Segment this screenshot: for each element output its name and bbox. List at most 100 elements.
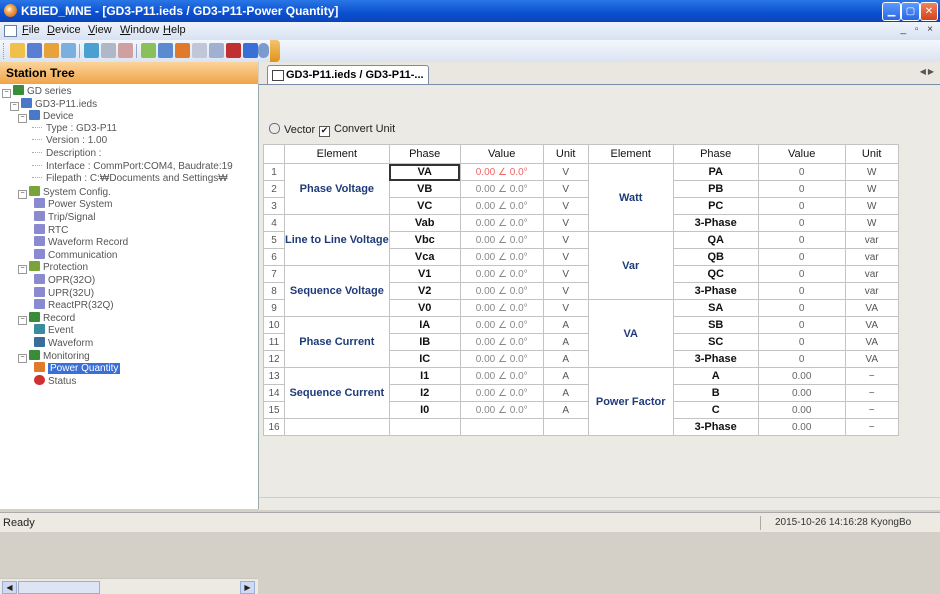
phase-cell[interactable]: QC bbox=[672, 265, 759, 283]
value-cell[interactable]: 0 bbox=[757, 231, 846, 249]
scrollbar-thumb[interactable] bbox=[18, 581, 100, 594]
value-cell[interactable]: 0.00 bbox=[757, 418, 846, 436]
app-icon[interactable] bbox=[4, 4, 17, 17]
tree-node[interactable]: Status bbox=[26, 374, 76, 387]
value-cell[interactable]: 0.00 ∠ 0.0° bbox=[459, 316, 544, 334]
phase-cell[interactable]: QB bbox=[672, 248, 759, 266]
convert-unit-checkbox[interactable]: ✔ Convert Unit bbox=[319, 123, 395, 137]
record-icon[interactable] bbox=[158, 43, 173, 58]
tree-node[interactable]: − Protection bbox=[18, 261, 88, 275]
value-cell[interactable]: 0.00 bbox=[757, 367, 846, 385]
tree-node[interactable]: Power System bbox=[26, 198, 112, 210]
tree-node[interactable]: Version : 1.00 bbox=[26, 135, 107, 147]
tree-node[interactable]: − Monitoring bbox=[18, 349, 90, 363]
phase-cell[interactable]: IB bbox=[388, 333, 461, 351]
tree-node[interactable]: Waveform Record bbox=[26, 236, 128, 248]
window-icon[interactable] bbox=[192, 43, 207, 58]
minimize-button[interactable]: ▁ bbox=[882, 2, 901, 21]
value-cell[interactable]: 0 bbox=[757, 265, 846, 283]
vector-option[interactable]: Vector bbox=[269, 123, 315, 136]
phase-cell[interactable]: V1 bbox=[388, 265, 461, 283]
phase-cell[interactable]: Vab bbox=[388, 214, 461, 232]
value-cell[interactable]: 0.00 ∠ 0.0° bbox=[459, 248, 544, 266]
phase-cell[interactable]: VA bbox=[388, 163, 461, 181]
tree-horizontal-scrollbar[interactable]: ◀ ▶ bbox=[0, 578, 258, 594]
tree-node[interactable]: Type : GD3-P11 bbox=[26, 123, 117, 135]
phase-cell[interactable]: PB bbox=[672, 180, 759, 198]
tree-node[interactable]: Event bbox=[26, 324, 74, 336]
value-cell[interactable]: 0 bbox=[757, 333, 846, 351]
tree-node[interactable]: − Record bbox=[18, 311, 75, 325]
tree-node[interactable]: OPR(32O) bbox=[26, 274, 95, 286]
tree-node[interactable]: Interface : CommPort:COM4, Baudrate:19 bbox=[26, 161, 233, 173]
new-device-icon[interactable] bbox=[44, 43, 59, 58]
tree-node[interactable]: Description : bbox=[26, 148, 102, 160]
tree-node[interactable]: − Device bbox=[18, 110, 74, 124]
value-cell[interactable]: 0.00 ∠ 0.0° bbox=[459, 265, 544, 283]
mdi-window-controls[interactable]: _ ▫ × bbox=[900, 24, 936, 35]
value-cell[interactable]: 0.00 ∠ 0.0° bbox=[459, 350, 544, 368]
scroll-left-icon[interactable]: ◀ bbox=[2, 581, 17, 594]
tree-node[interactable]: RTC bbox=[26, 223, 68, 236]
settings-icon[interactable] bbox=[118, 43, 133, 58]
value-cell[interactable] bbox=[459, 418, 544, 436]
menu-file[interactable]: File bbox=[22, 24, 40, 36]
phase-cell[interactable]: Vbc bbox=[388, 231, 461, 249]
tree-node[interactable]: − GD3-P11.ieds bbox=[10, 97, 97, 111]
value-cell[interactable]: 0.00 ∠ 0.0° bbox=[459, 401, 544, 419]
phase-cell[interactable] bbox=[388, 418, 461, 436]
phase-cell[interactable]: 3-Phase bbox=[672, 282, 759, 300]
menu-help[interactable]: Help bbox=[163, 24, 186, 36]
phase-cell[interactable]: SA bbox=[672, 299, 759, 317]
value-cell[interactable]: 0.00 ∠ 0.0° bbox=[459, 197, 544, 215]
scroll-right-icon[interactable]: ▶ bbox=[240, 581, 255, 594]
menu-window[interactable]: Window bbox=[120, 24, 159, 36]
value-cell[interactable]: 0 bbox=[757, 350, 846, 368]
value-cell[interactable]: 0.00 ∠ 0.0° bbox=[459, 299, 544, 317]
phase-cell[interactable]: A bbox=[672, 367, 759, 385]
value-cell[interactable]: 0 bbox=[757, 282, 846, 300]
value-cell[interactable]: 0.00 ∠ 0.0° bbox=[459, 180, 544, 198]
tree-node[interactable]: − System Config. bbox=[18, 185, 111, 199]
phase-cell[interactable]: PA bbox=[672, 163, 759, 181]
tree-node[interactable]: Waveform bbox=[26, 337, 93, 349]
phase-cell[interactable]: PC bbox=[672, 197, 759, 215]
value-cell[interactable]: 0 bbox=[757, 180, 846, 198]
phase-cell[interactable]: IC bbox=[388, 350, 461, 368]
power-icon[interactable] bbox=[175, 43, 190, 58]
value-cell[interactable]: 0.00 ∠ 0.0° bbox=[459, 163, 544, 181]
help-icon[interactable] bbox=[258, 43, 269, 58]
value-cell[interactable]: 0.00 ∠ 0.0° bbox=[459, 231, 544, 249]
value-cell[interactable]: 0.00 ∠ 0.0° bbox=[459, 214, 544, 232]
close-button[interactable]: ✕ bbox=[920, 2, 938, 21]
phase-cell[interactable]: 3-Phase bbox=[672, 350, 759, 368]
phase-cell[interactable]: I2 bbox=[388, 384, 461, 402]
document-icon[interactable] bbox=[4, 25, 17, 37]
value-cell[interactable]: 0 bbox=[757, 214, 846, 232]
phase-cell[interactable]: SC bbox=[672, 333, 759, 351]
value-cell[interactable]: 0.00 ∠ 0.0° bbox=[459, 282, 544, 300]
value-cell[interactable]: 0 bbox=[757, 316, 846, 334]
phase-cell[interactable]: I1 bbox=[388, 367, 461, 385]
toolbar-grip[interactable] bbox=[3, 43, 6, 59]
phase-cell[interactable]: 3-Phase bbox=[672, 418, 759, 436]
phase-cell[interactable]: C bbox=[672, 401, 759, 419]
phase-cell[interactable]: SB bbox=[672, 316, 759, 334]
value-cell[interactable]: 0 bbox=[757, 163, 846, 181]
phase-cell[interactable]: 3-Phase bbox=[672, 214, 759, 232]
phase-cell[interactable]: V0 bbox=[388, 299, 461, 317]
phase-cell[interactable]: VB bbox=[388, 180, 461, 198]
menu-view[interactable]: View bbox=[88, 24, 112, 36]
value-cell[interactable]: 0.00 ∠ 0.0° bbox=[459, 367, 544, 385]
phase-cell[interactable]: V2 bbox=[388, 282, 461, 300]
tree-node[interactable]: UPR(32U) bbox=[26, 286, 94, 299]
phase-cell[interactable]: QA bbox=[672, 231, 759, 249]
value-cell[interactable]: 0 bbox=[757, 299, 846, 317]
value-cell[interactable]: 0.00 bbox=[757, 384, 846, 402]
maximize-button[interactable]: ▢ bbox=[901, 2, 920, 21]
tab-power-quantity[interactable]: GD3-P11.ieds / GD3-P11-... bbox=[267, 65, 429, 84]
delete-icon[interactable] bbox=[243, 43, 258, 58]
open-folder-icon[interactable] bbox=[10, 43, 25, 58]
phase-cell[interactable]: I0 bbox=[388, 401, 461, 419]
value-cell[interactable]: 0 bbox=[757, 248, 846, 266]
